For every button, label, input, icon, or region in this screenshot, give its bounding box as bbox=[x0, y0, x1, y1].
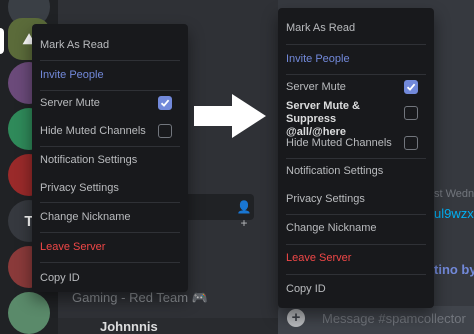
menu-item-leave-server[interactable]: Leave Server bbox=[40, 236, 180, 258]
menu-item-invite-people[interactable]: Invite People bbox=[286, 48, 426, 70]
menu-item-change-nickname[interactable]: Change Nickname bbox=[286, 217, 426, 239]
add-member-icon[interactable]: 👤+ bbox=[236, 199, 252, 230]
message-fragment: st Wedne bbox=[434, 188, 474, 200]
menu-divider bbox=[286, 74, 426, 75]
menu-item-mark-as-read[interactable]: Mark As Read bbox=[40, 34, 180, 56]
menu-item-label: Server Mute bbox=[40, 97, 100, 109]
selected-server-pill bbox=[0, 28, 4, 54]
menu-item-server-mute-suppress[interactable]: Server Mute & Suppress @all/@here bbox=[286, 100, 426, 138]
menu-item-server-mute[interactable]: Server Mute bbox=[40, 92, 180, 114]
voice-channel-name[interactable]: Gaming - Red Team 🎮 bbox=[72, 290, 208, 306]
username: Johnnnis bbox=[100, 319, 158, 334]
menu-item-privacy-settings[interactable]: Privacy Settings bbox=[286, 188, 426, 210]
menu-divider bbox=[286, 214, 426, 215]
menu-item-privacy-settings[interactable]: Privacy Settings bbox=[40, 177, 180, 199]
context-menu-after: Mark As Read Invite People Server Mute S… bbox=[278, 8, 434, 308]
menu-item-mark-as-read[interactable]: Mark As Read bbox=[286, 17, 426, 39]
menu-divider bbox=[286, 244, 426, 245]
menu-divider bbox=[286, 44, 426, 45]
menu-item-leave-server[interactable]: Leave Server bbox=[286, 247, 426, 269]
message-author[interactable]: tino by bbox=[434, 262, 474, 277]
menu-divider bbox=[40, 146, 180, 147]
server-icon[interactable] bbox=[8, 292, 50, 334]
menu-divider bbox=[286, 274, 426, 275]
checkbox-unchecked-icon[interactable] bbox=[158, 124, 172, 138]
context-menu-before: Mark As Read Invite People Server Mute H… bbox=[32, 24, 188, 292]
checkbox-checked-icon[interactable] bbox=[158, 96, 172, 110]
menu-item-label: Hide Muted Channels bbox=[286, 137, 392, 149]
menu-divider bbox=[40, 202, 180, 203]
message-input-placeholder: Message #spamcollector bbox=[322, 311, 466, 326]
menu-item-hide-muted-channels[interactable]: Hide Muted Channels bbox=[286, 132, 426, 154]
checkbox-unchecked-icon[interactable] bbox=[404, 136, 418, 150]
attach-plus-button[interactable]: + bbox=[287, 309, 305, 327]
checkbox-unchecked-icon[interactable] bbox=[404, 106, 418, 120]
user-panel: Johnnnis bbox=[58, 318, 278, 334]
menu-item-server-mute[interactable]: Server Mute bbox=[286, 76, 426, 98]
menu-item-label: Hide Muted Channels bbox=[40, 125, 146, 137]
checkbox-checked-icon[interactable] bbox=[404, 80, 418, 94]
menu-divider bbox=[40, 60, 180, 61]
menu-item-hide-muted-channels[interactable]: Hide Muted Channels bbox=[40, 120, 180, 142]
menu-item-notification-settings[interactable]: Notification Settings bbox=[286, 160, 426, 182]
menu-divider bbox=[286, 158, 426, 159]
menu-item-copy-id[interactable]: Copy ID bbox=[286, 278, 426, 300]
menu-item-copy-id[interactable]: Copy ID bbox=[40, 267, 180, 289]
right-arrow-icon bbox=[194, 94, 266, 138]
menu-divider bbox=[40, 232, 180, 233]
menu-item-notification-settings[interactable]: Notification Settings bbox=[40, 149, 180, 171]
menu-item-change-nickname[interactable]: Change Nickname bbox=[40, 206, 180, 228]
menu-divider bbox=[40, 90, 180, 91]
menu-divider bbox=[40, 262, 180, 263]
menu-item-invite-people[interactable]: Invite People bbox=[40, 64, 180, 86]
menu-item-label: Server Mute bbox=[286, 81, 346, 93]
message-link[interactable]: ul9wzx bbox=[434, 206, 474, 221]
